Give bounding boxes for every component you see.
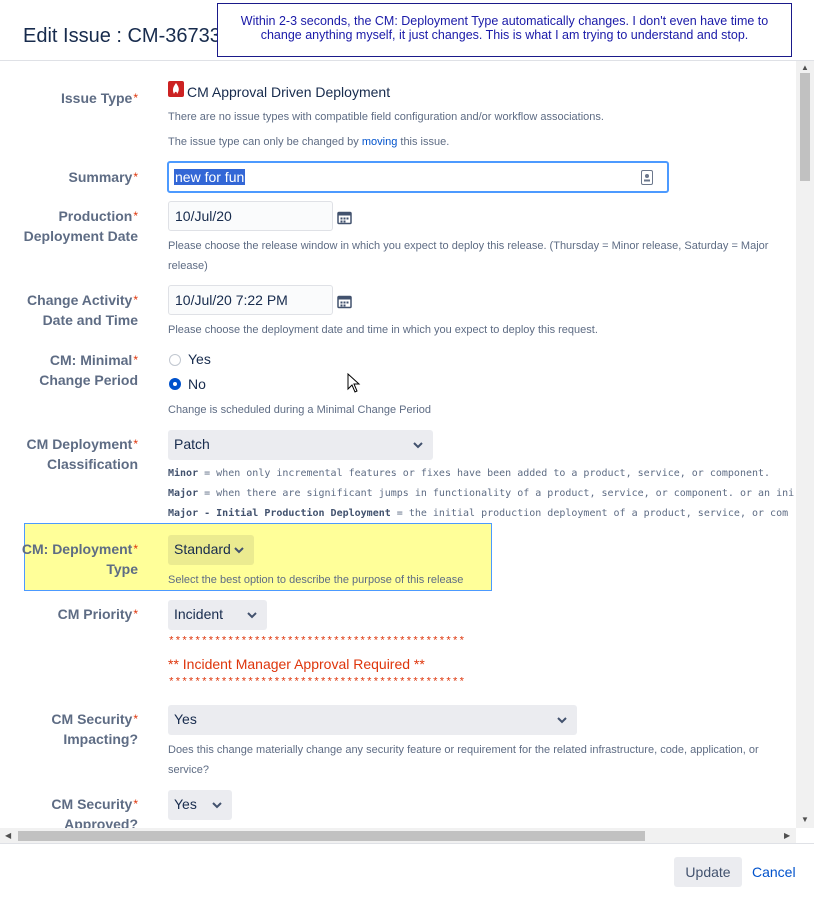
deployment-classification-select[interactable]: Patch (168, 430, 433, 460)
minimal-change-label-line2: Change Period (39, 372, 138, 388)
issue-type-label: Issue Type* (61, 90, 138, 106)
production-date-label-line2: Deployment Date (23, 228, 138, 244)
annotation-callout: Within 2-3 seconds, the CM: Deployment T… (217, 3, 792, 57)
deployment-classification-value: Patch (174, 436, 210, 452)
dialog-title: Edit Issue : CM-36733 (23, 25, 221, 47)
minimal-change-no-label[interactable]: No (188, 376, 206, 392)
minimal-change-label: CM: Minimal* (49, 352, 138, 368)
security-approved-value: Yes (174, 796, 197, 812)
scroll-down-arrow-icon[interactable]: ▼ (801, 815, 809, 824)
mouse-cursor-icon (347, 373, 361, 393)
deployment-type-label: CM: Deployment* (21, 541, 138, 557)
move-issue-link[interactable]: moving (362, 136, 397, 148)
chevron-down-icon (413, 442, 423, 449)
deployment-classification-label: CM Deployment* (26, 436, 138, 452)
classification-minor-help: Minor = when only incremental features o… (168, 468, 771, 479)
production-date-help: Please choose the release window in whic… (168, 240, 769, 252)
security-impacting-help: Does this change materially change any s… (168, 744, 759, 756)
priority-value: Incident (174, 606, 224, 622)
security-impacting-value: Yes (174, 711, 197, 727)
issue-type-note: There are no issue types with compatible… (168, 111, 604, 123)
security-approved-label-line2: Approved? (64, 816, 138, 828)
summary-input[interactable]: new for fun (167, 161, 669, 193)
priority-stars-top: ****************************************… (168, 636, 466, 648)
minimal-change-help: Change is scheduled during a Minimal Cha… (168, 404, 431, 416)
change-activity-label: Change Activity* (27, 292, 138, 308)
production-date-input[interactable]: 10/Jul/20 (168, 201, 333, 231)
change-activity-help: Please choose the deployment date and ti… (168, 324, 598, 336)
security-approved-select[interactable]: Yes (168, 790, 232, 820)
change-activity-input[interactable]: 10/Jul/20 7:22 PM (168, 285, 333, 315)
deployment-type-value: Standard (174, 541, 231, 557)
security-impacting-help-line2: service? (168, 764, 209, 776)
vertical-scrollbar-thumb[interactable] (800, 73, 810, 181)
minimal-change-yes-radio[interactable] (169, 354, 181, 366)
horizontal-scrollbar-thumb[interactable] (18, 831, 645, 841)
deployment-type-label-line2: Type (106, 561, 138, 577)
scroll-left-arrow-icon[interactable]: ◀ (5, 831, 11, 840)
production-date-label: Production* (58, 208, 138, 224)
calendar-icon[interactable] (337, 294, 352, 309)
chevron-down-icon (234, 547, 244, 554)
priority-select[interactable]: Incident (168, 600, 267, 630)
deployment-type-help: Select the best option to describe the p… (168, 574, 464, 586)
minimal-change-no-radio[interactable] (169, 378, 181, 390)
scroll-up-arrow-icon[interactable]: ▲ (801, 63, 809, 72)
contact-card-icon (641, 170, 653, 185)
calendar-icon[interactable] (337, 210, 352, 225)
edit-issue-form: Issue Type* CM Approval Driven Deploymen… (0, 61, 796, 828)
classification-major-help: Major = when there are significant jumps… (168, 488, 795, 499)
update-button[interactable]: Update (674, 857, 742, 887)
cancel-link[interactable]: Cancel (752, 857, 796, 887)
priority-stars-bottom: ****************************************… (168, 677, 466, 689)
change-activity-label-line2: Date and Time (42, 312, 138, 328)
chevron-down-icon (557, 717, 567, 724)
chevron-down-icon (247, 612, 257, 619)
security-impacting-select[interactable]: Yes (168, 705, 577, 735)
security-approved-label: CM Security* (51, 796, 138, 812)
issue-type-move-note: The issue type can only be changed by mo… (168, 136, 450, 148)
security-impacting-label-line2: Impacting? (63, 731, 138, 747)
security-impacting-label: CM Security* (51, 711, 138, 727)
chevron-down-icon (212, 802, 222, 809)
summary-selected-text: new for fun (174, 169, 246, 185)
scroll-right-arrow-icon[interactable]: ▶ (784, 831, 790, 840)
footer-divider (0, 843, 814, 844)
issue-type-value: CM Approval Driven Deployment (187, 84, 391, 100)
minimal-change-yes-label[interactable]: Yes (188, 351, 211, 367)
deployment-type-select[interactable]: Standard (168, 535, 254, 565)
classification-initial-help: Major - Initial Production Deployment = … (168, 508, 789, 519)
production-date-help-line2: release) (168, 260, 208, 272)
deployment-classification-label-line2: Classification (46, 456, 138, 472)
priority-label: CM Priority* (57, 606, 138, 622)
incident-approval-message: ** Incident Manager Approval Required ** (168, 656, 425, 672)
summary-label: Summary* (68, 169, 138, 185)
issue-type-icon (168, 81, 184, 97)
